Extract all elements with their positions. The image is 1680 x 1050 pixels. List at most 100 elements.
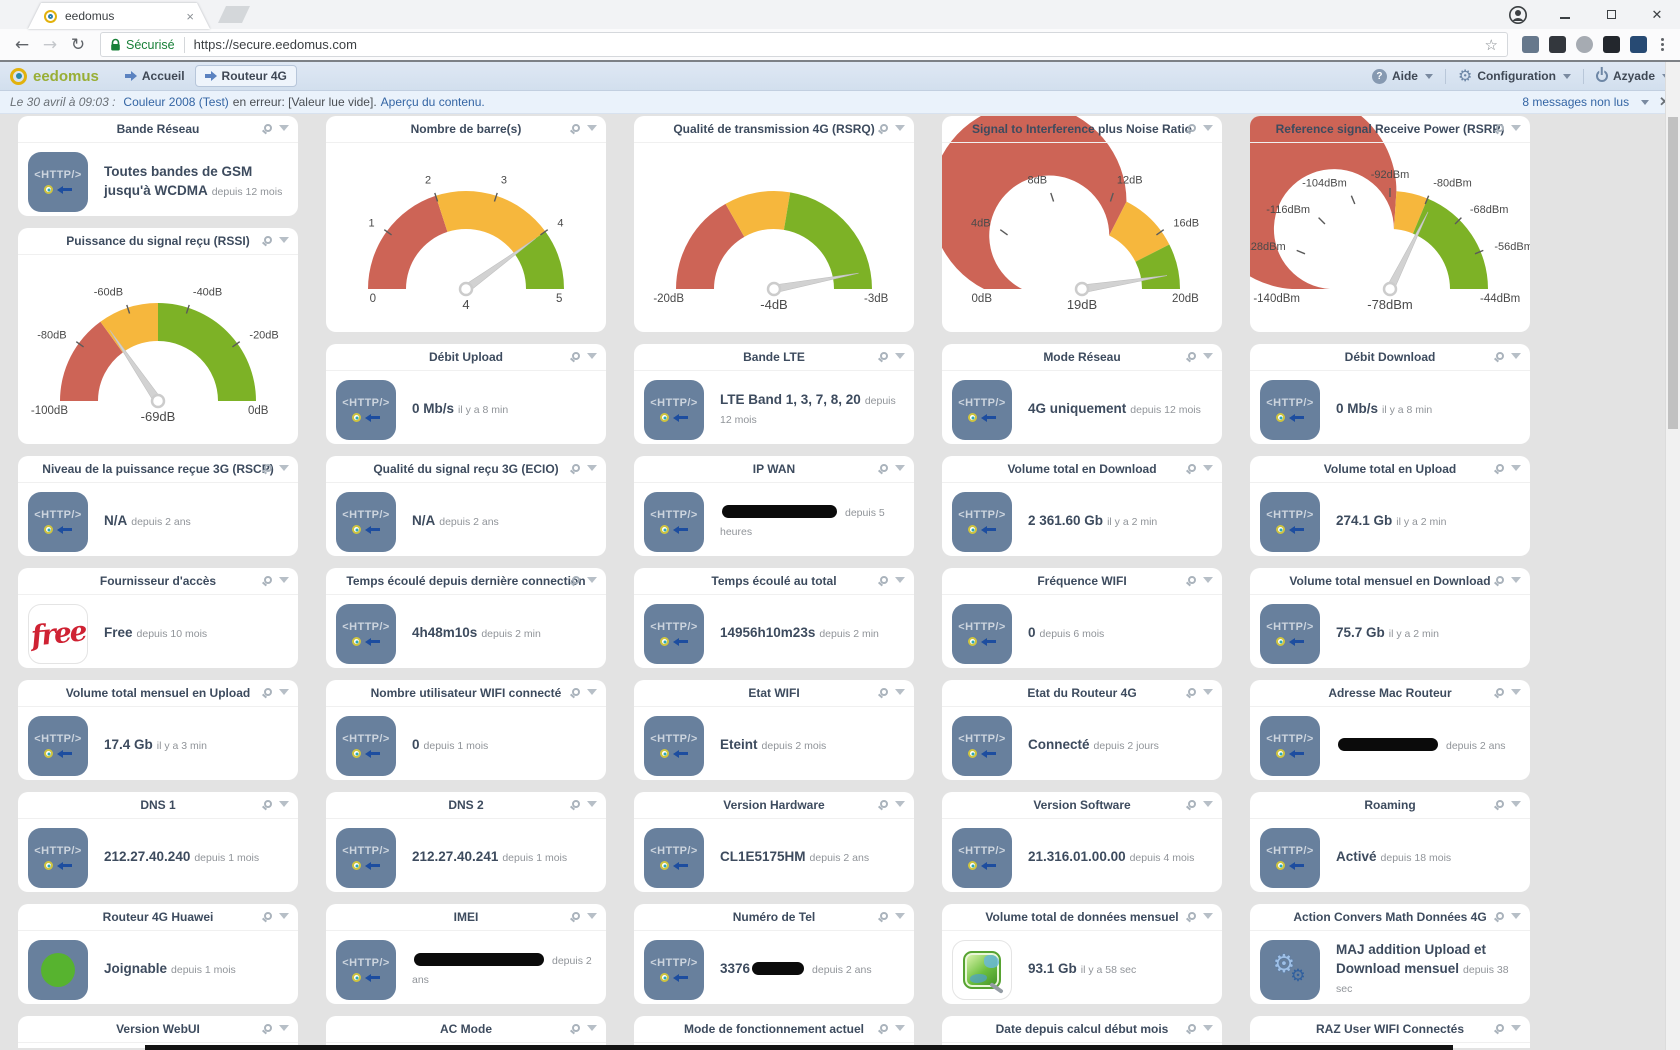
http-device-icon[interactable]: <HTTP/> [336,940,396,1000]
http-device-icon[interactable]: <HTTP/> [28,716,88,776]
chevron-down-icon[interactable] [1511,125,1521,131]
account-menu[interactable]: Azyade [1596,69,1670,83]
extension-icon-2[interactable] [1549,36,1566,53]
chevron-down-icon[interactable] [1511,689,1521,695]
magnifier-icon[interactable] [572,464,580,472]
http-device-icon[interactable]: <HTTP/> [644,716,704,776]
scrollbar-thumb[interactable] [1668,117,1678,429]
chevron-down-icon[interactable] [587,913,597,919]
chevron-down-icon[interactable] [1203,577,1213,583]
magnifier-icon[interactable] [1496,464,1504,472]
chevron-down-icon[interactable] [895,689,905,695]
magnifier-icon[interactable] [880,576,888,584]
chevron-down-icon[interactable] [587,353,597,359]
breadcrumb-home[interactable]: Accueil [125,69,185,83]
http-device-icon[interactable]: <HTTP/> [1260,604,1320,664]
chevron-down-icon[interactable] [1203,1025,1213,1031]
magnifier-icon[interactable] [880,800,888,808]
magnifier-icon[interactable] [264,912,272,920]
chevron-down-icon[interactable] [895,1025,905,1031]
chevron-down-icon[interactable] [279,577,289,583]
http-device-icon[interactable]: <HTTP/> [336,492,396,552]
http-device-icon[interactable]: <HTTP/> [28,492,88,552]
window-maximize-button[interactable] [1588,7,1634,22]
chevron-down-icon[interactable] [1511,577,1521,583]
profile-icon[interactable] [1508,5,1528,25]
magnifier-icon[interactable] [880,688,888,696]
magnifier-icon[interactable] [1496,912,1504,920]
configuration-menu[interactable]: ⚙ Configuration [1458,68,1571,84]
http-device-icon[interactable]: <HTTP/> [644,828,704,888]
magnifier-icon[interactable] [264,576,272,584]
chevron-down-icon[interactable] [279,465,289,471]
chevron-down-icon[interactable] [1641,100,1649,105]
extension-icon-4[interactable] [1603,36,1620,53]
chevron-down-icon[interactable] [1203,689,1213,695]
magnifier-icon[interactable] [880,352,888,360]
chevron-down-icon[interactable] [1511,353,1521,359]
free-logo-icon[interactable]: free [28,604,88,664]
chevron-down-icon[interactable] [895,125,905,131]
chevron-down-icon[interactable] [895,577,905,583]
http-device-icon[interactable]: <HTTP/> [952,716,1012,776]
chevron-down-icon[interactable] [895,801,905,807]
magnifier-icon[interactable] [572,124,580,132]
chevron-down-icon[interactable] [587,689,597,695]
http-device-icon[interactable]: <HTTP/> [336,604,396,664]
magnifier-icon[interactable] [264,464,272,472]
http-device-icon[interactable]: <HTTP/> [1260,716,1320,776]
browser-menu-icon[interactable] [1653,38,1672,51]
chevron-down-icon[interactable] [1203,801,1213,807]
router-device-icon[interactable] [28,940,88,1000]
chevron-down-icon[interactable] [1203,353,1213,359]
http-device-icon[interactable]: <HTTP/> [28,152,88,212]
chevron-down-icon[interactable] [279,801,289,807]
chevron-down-icon[interactable] [279,237,289,243]
magnifier-icon[interactable] [572,1024,580,1032]
chevron-down-icon[interactable] [1203,913,1213,919]
chevron-down-icon[interactable] [279,125,289,131]
magnifier-icon[interactable] [880,912,888,920]
magnifier-icon[interactable] [264,124,272,132]
magnifier-icon[interactable] [880,124,888,132]
http-device-icon[interactable]: <HTTP/> [336,828,396,888]
help-menu[interactable]: ? Aide [1372,69,1433,84]
chevron-down-icon[interactable] [587,125,597,131]
chevron-down-icon[interactable] [895,913,905,919]
http-device-icon[interactable]: <HTTP/> [336,380,396,440]
magnifier-icon[interactable] [1188,124,1196,132]
magnifier-icon[interactable] [1188,464,1196,472]
bookmark-star-icon[interactable]: ☆ [1485,36,1498,54]
http-device-icon[interactable]: <HTTP/> [1260,380,1320,440]
magnifier-icon[interactable] [1496,352,1504,360]
magnifier-icon[interactable] [572,576,580,584]
magnifier-icon[interactable] [880,1024,888,1032]
site-logo-text[interactable]: eedomus [33,68,99,85]
magnifier-icon[interactable] [1188,1024,1196,1032]
magnifier-icon[interactable] [264,236,272,244]
magnifier-icon[interactable] [264,1024,272,1032]
gears-action-icon[interactable]: ⚙⚙ [1260,940,1320,1000]
magnifier-icon[interactable] [1188,576,1196,584]
chevron-down-icon[interactable] [895,353,905,359]
http-device-icon[interactable]: <HTTP/> [644,492,704,552]
magnifier-icon[interactable] [264,688,272,696]
chevron-down-icon[interactable] [587,577,597,583]
vertical-scrollbar[interactable] [1665,62,1680,1050]
chevron-down-icon[interactable] [1511,465,1521,471]
http-device-icon[interactable]: <HTTP/> [336,716,396,776]
chevron-down-icon[interactable] [279,689,289,695]
extension-icon-1[interactable] [1522,36,1539,53]
chevron-down-icon[interactable] [1511,801,1521,807]
notification-preview-link[interactable]: Aperçu du contenu. [381,95,485,109]
chevron-down-icon[interactable] [1511,913,1521,919]
magnifier-icon[interactable] [572,800,580,808]
window-close-button[interactable]: ✕ [1634,7,1680,23]
chevron-down-icon[interactable] [1203,465,1213,471]
http-device-icon[interactable]: <HTTP/> [644,380,704,440]
magnifier-icon[interactable] [572,912,580,920]
magnifier-icon[interactable] [572,688,580,696]
http-device-icon[interactable]: <HTTP/> [952,604,1012,664]
http-device-icon[interactable]: <HTTP/> [1260,828,1320,888]
magnifier-icon[interactable] [1188,352,1196,360]
